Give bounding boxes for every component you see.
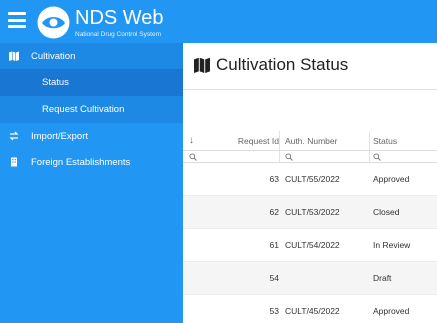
grid-header-row: ↓ Request Id Auth. Number Status bbox=[183, 131, 437, 151]
table-row[interactable]: 54 Draft bbox=[183, 262, 437, 295]
cell-auth-number bbox=[285, 262, 371, 294]
column-separator bbox=[369, 151, 370, 162]
table-row[interactable]: 63 CULT/55/2022 Approved bbox=[183, 163, 437, 196]
sidebar-item-request-cultivation[interactable]: Request Cultivation bbox=[0, 96, 183, 123]
filter-search-icon[interactable] bbox=[373, 151, 381, 162]
filter-search-icon[interactable] bbox=[285, 151, 293, 162]
cultivation-status-grid: ↓ Request Id Auth. Number Status 63 CULT… bbox=[183, 131, 437, 323]
sidebar-item-label: Foreign Establishments bbox=[31, 156, 131, 168]
table-row[interactable]: 62 CULT/53/2022 Closed bbox=[183, 196, 437, 229]
sidebar-item-label: Status bbox=[42, 77, 69, 88]
cell-auth-number: CULT/54/2022 bbox=[285, 240, 340, 250]
column-separator bbox=[369, 131, 370, 150]
column-separator bbox=[279, 151, 280, 162]
grid-filter-row bbox=[183, 151, 437, 163]
cell-request-id: 61 bbox=[269, 240, 279, 250]
table-row[interactable]: 53 CULT/45/2022 Approved bbox=[183, 295, 437, 323]
sidebar: Cultivation Status Request Cultivation I… bbox=[0, 43, 183, 323]
cell-auth-number: CULT/45/2022 bbox=[285, 306, 340, 316]
cell-status: Approved bbox=[373, 306, 410, 316]
sort-descending-icon[interactable]: ↓ bbox=[189, 131, 203, 150]
top-app-bar: NDS Web National Drug Control System bbox=[0, 0, 437, 43]
building-icon bbox=[9, 157, 19, 167]
column-separator bbox=[279, 131, 280, 150]
exchange-icon bbox=[9, 131, 19, 141]
column-header-request-id[interactable]: Request Id bbox=[203, 131, 279, 150]
filter-search-icon[interactable] bbox=[189, 151, 197, 162]
divider bbox=[183, 89, 437, 90]
app-subtitle: National Drug Control System bbox=[75, 31, 161, 38]
map-icon bbox=[9, 51, 19, 61]
cell-request-id: 54 bbox=[269, 273, 279, 283]
hamburger-menu-icon[interactable] bbox=[8, 12, 26, 28]
sidebar-item-cultivation[interactable]: Cultivation bbox=[0, 43, 183, 69]
table-row[interactable]: 61 CULT/54/2022 In Review bbox=[183, 229, 437, 262]
page-title: Cultivation Status bbox=[216, 55, 349, 74]
main-content: Cultivation Status ↓ Request Id Auth. Nu… bbox=[183, 43, 437, 323]
page-header: Cultivation Status bbox=[194, 55, 348, 75]
sidebar-item-label: Import/Export bbox=[31, 130, 89, 142]
sidebar-item-foreign-establishments[interactable]: Foreign Establishments bbox=[0, 149, 183, 175]
sidebar-item-status[interactable]: Status bbox=[0, 69, 183, 96]
column-header-status[interactable]: Status bbox=[373, 131, 437, 150]
cell-status: In Review bbox=[373, 240, 411, 250]
nds-logo bbox=[37, 6, 70, 39]
cell-request-id: 63 bbox=[269, 174, 279, 184]
sidebar-item-label: Cultivation bbox=[31, 50, 76, 62]
cell-auth-number: CULT/53/2022 bbox=[285, 207, 340, 217]
cell-status: Approved bbox=[373, 174, 410, 184]
cell-status: Closed bbox=[373, 207, 400, 217]
cell-status: Draft bbox=[373, 273, 392, 283]
column-header-auth-number[interactable]: Auth. Number bbox=[285, 131, 371, 150]
sidebar-item-import-export[interactable]: Import/Export bbox=[0, 123, 183, 149]
app-title: NDS Web bbox=[75, 7, 164, 29]
cell-request-id: 62 bbox=[269, 207, 279, 217]
cell-request-id: 53 bbox=[269, 306, 279, 316]
cell-auth-number: CULT/55/2022 bbox=[285, 174, 340, 184]
sidebar-item-label: Request Cultivation bbox=[42, 104, 125, 115]
map-icon bbox=[194, 57, 210, 73]
